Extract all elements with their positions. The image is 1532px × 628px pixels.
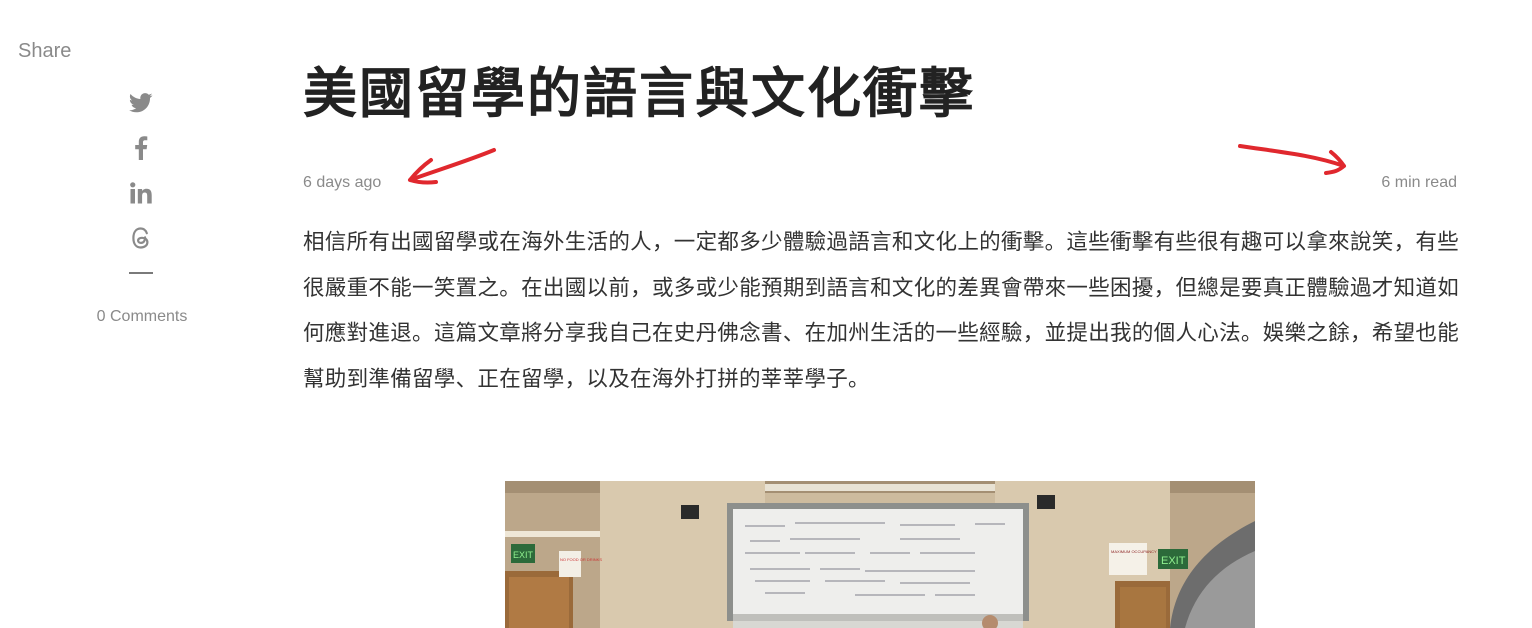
- twitter-icon: [129, 92, 153, 112]
- article-title: 美國留學的語言與文化衝擊: [303, 62, 975, 125]
- no-food-sign: NO FOOD OR DRINKS: [560, 557, 602, 562]
- twitter-share-button[interactable]: [118, 80, 164, 125]
- right-arrow-icon: [1238, 144, 1346, 175]
- read-time: 6 min read: [1381, 174, 1457, 191]
- share-label: Share: [18, 40, 72, 62]
- threads-icon: [132, 226, 149, 249]
- threads-share-button[interactable]: [118, 215, 164, 260]
- exit-sign-right: EXIT: [1161, 555, 1186, 567]
- facebook-share-button[interactable]: [118, 125, 164, 170]
- post-date: 6 days ago: [303, 174, 382, 191]
- share-divider: [129, 272, 153, 274]
- exit-sign-left: EXIT: [513, 550, 534, 560]
- article-body: 相信所有出國留學或在海外生活的人，一定都多少體驗過語言和文化上的衝擊。這些衝擊有…: [303, 230, 1459, 392]
- share-bar: [118, 80, 164, 274]
- facebook-icon: [135, 135, 148, 160]
- classroom-photo: EXIT NO FOOD OR DRINKS MAXIMUM OCCUPANCY…: [505, 481, 1255, 628]
- article-page: Share 0 Comments 美國留學的語言與文化衝擊 6 days ago…: [0, 0, 1532, 628]
- linkedin-share-button[interactable]: [118, 170, 164, 215]
- comments-link[interactable]: 0 Comments: [60, 308, 224, 326]
- linkedin-icon: [130, 181, 152, 203]
- left-arrow-icon: [408, 148, 496, 185]
